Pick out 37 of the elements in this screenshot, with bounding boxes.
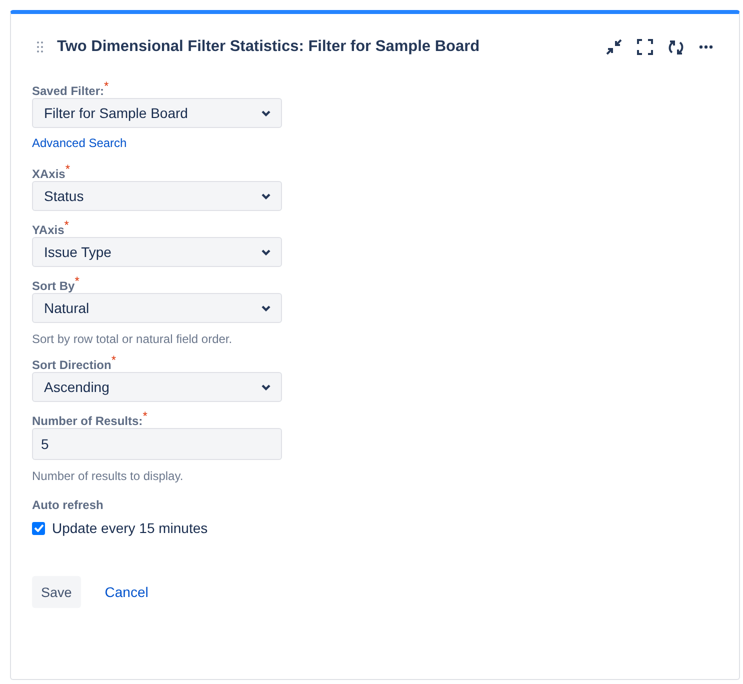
chevron-down-icon: [261, 384, 271, 390]
field-label: Sort Direction: [32, 357, 112, 374]
gadget-title: Two Dimensional Filter Statistics: Filter for Sample Board: [57, 38, 481, 56]
chevron-down-icon: [261, 304, 271, 312]
drag-handle-icon[interactable]: [37, 41, 43, 53]
field-label: Saved Filter:: [32, 84, 104, 100]
field-label: Sort By: [32, 278, 75, 295]
field-label: YAxis: [32, 222, 64, 239]
dropdown[interactable]: Issue Type: [32, 237, 282, 267]
required-marker: *: [142, 411, 148, 421]
field-label: XAxis: [32, 166, 66, 183]
field-label: Auto refresh: [32, 497, 104, 514]
refresh-icon[interactable]: [668, 38, 684, 56]
chevron-down-icon: [261, 192, 271, 200]
dropdown[interactable]: Status: [32, 181, 282, 211]
more-icon[interactable]: [699, 45, 713, 49]
help-text: Number of results to display.: [32, 469, 184, 483]
help-text: Sort by row total or natural field order.: [32, 332, 234, 346]
checkbox[interactable]: [32, 522, 45, 534]
dropdown[interactable]: Ascending: [32, 372, 282, 402]
required-marker: *: [104, 81, 109, 91]
checkbox-label: Update every 15 minutes: [52, 520, 208, 536]
save-button[interactable]: Save: [32, 576, 81, 608]
required-marker: *: [74, 276, 80, 286]
chevron-down-icon: [261, 248, 271, 256]
input-field[interactable]: 5: [32, 428, 282, 460]
fullscreen-icon[interactable]: [637, 39, 653, 55]
cancel-link[interactable]: Cancel: [104, 584, 148, 600]
field-label: Number of Results:: [32, 413, 143, 430]
required-marker: *: [65, 164, 70, 174]
advanced-search-link[interactable]: Advanced Search: [32, 136, 127, 150]
dropdown[interactable]: Natural: [32, 293, 282, 323]
chevron-down-icon: [261, 110, 271, 116]
required-marker: *: [111, 355, 116, 365]
dropdown[interactable]: Filter for Sample Board: [32, 98, 282, 128]
minimize-icon[interactable]: [606, 39, 622, 55]
required-marker: *: [64, 220, 69, 230]
